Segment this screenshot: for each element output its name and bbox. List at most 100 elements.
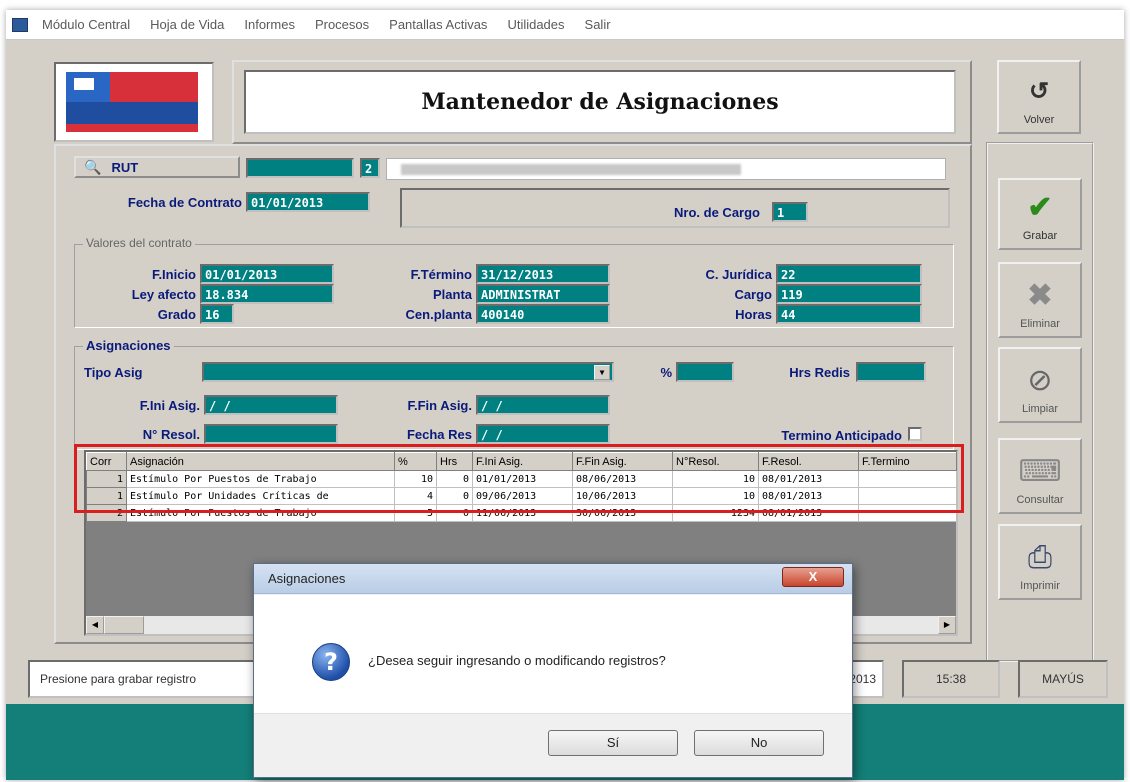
rut-field[interactable] [246,158,354,178]
hrs-redis-label: Hrs Redis [789,365,850,380]
cell-f-fin: 10/06/2013 [572,487,673,505]
cargo-field[interactable]: 119 [776,284,922,304]
cell-nresol: 10 [672,487,759,505]
yes-button[interactable]: Sí [548,730,678,756]
cell-pct: 4 [394,487,437,505]
menu-item-hoja-de-vida[interactable]: Hoja de Vida [140,17,234,32]
termino-anticipado-checkbox[interactable] [908,427,922,441]
cell-f-ini: 11/06/2013 [472,504,573,522]
exit-icon: ↺ [1028,78,1050,105]
f-inicio-field[interactable]: 01/01/2013 [200,264,334,284]
f-fin-asig-field[interactable]: / / [476,395,610,415]
col-header-hrs[interactable]: Hrs [436,452,473,471]
imprimir-label: Imprimir [1020,580,1060,592]
rut-dv-field[interactable]: 2 [360,158,380,178]
tipo-asig-select[interactable]: ▼ [202,362,614,382]
dialog-title: Asignaciones [268,571,346,586]
page-title: Mantenedor de Asignaciones [421,89,779,115]
hrs-redis-field[interactable] [856,362,926,382]
col-header-nresol[interactable]: N°Resol. [672,452,759,471]
menu-item-procesos[interactable]: Procesos [305,17,379,32]
menu-item-informes[interactable]: Informes [234,17,305,32]
cell-f-termino [858,487,957,505]
cen-planta-field[interactable]: 400140 [476,304,610,324]
ley-afecto-field[interactable]: 18.834 [200,284,334,304]
col-header-f-resol[interactable]: F.Resol. [758,452,859,471]
grid-table: Corr Asignación % Hrs F.Ini Asig. F.Fin … [86,452,957,522]
dialog-message: ¿Desea seguir ingresando o modificando r… [368,653,666,668]
menu-item-pantallas-activas[interactable]: Pantallas Activas [379,17,497,32]
f-ini-asig-field[interactable]: / / [204,395,338,415]
rut-button[interactable]: 🔍 RUT [74,156,240,178]
cell-f-ini: 01/01/2013 [472,470,573,488]
limpiar-button[interactable]: ⊘ Limpiar [998,347,1082,423]
confirm-dialog: Asignaciones X ? ¿Desea seguir ingresand… [253,563,853,778]
menu-item-utilidades[interactable]: Utilidades [497,17,574,32]
planta-label: Planta [432,287,472,302]
nro-cargo-label: Nro. de Cargo [674,205,760,220]
table-row[interactable]: 1 Estímulo Por Unidades Críticas de 4 0 … [86,487,957,505]
delete-x-icon: ✖ [1027,279,1053,312]
nresol-field[interactable] [204,424,338,444]
fecha-contrato-label: Fecha de Contrato [127,195,242,210]
dialog-titlebar: Asignaciones [254,564,852,594]
app-icon [12,17,28,32]
question-icon: ? [312,643,350,681]
no-button[interactable]: No [694,730,824,756]
horas-label: Horas [735,307,772,322]
grado-label: Grado [157,307,196,322]
planta-field[interactable]: ADMINISTRAT [476,284,610,304]
status-time-box: 15:38 [902,660,1000,698]
scroll-right-icon[interactable]: ▶ [938,616,956,634]
scroll-left-icon[interactable]: ◀ [86,616,104,634]
menu-item-salir[interactable]: Salir [575,17,621,32]
col-header-pct[interactable]: % [394,452,437,471]
fecha-res-field[interactable]: / / [476,424,610,444]
consultar-button[interactable]: ⌨ Consultar [998,438,1082,514]
col-header-f-ini[interactable]: F.Ini Asig. [472,452,573,471]
cell-corr: 2 [86,504,127,522]
nro-cargo-field[interactable]: 1 [772,202,808,222]
dialog-body: ? ¿Desea seguir ingresando o modificando… [254,595,852,713]
name-field [386,158,946,180]
imprimir-button[interactable]: ⎙ Imprimir [998,524,1082,600]
f-inicio-label: F.Inicio [151,267,196,282]
rut-button-label: RUT [111,159,139,175]
col-header-corr[interactable]: Corr [86,452,127,471]
eliminar-button[interactable]: ✖ Eliminar [998,262,1082,338]
grid-header-row: Corr Asignación % Hrs F.Ini Asig. F.Fin … [86,452,957,471]
dialog-close-button[interactable]: X [782,567,844,587]
fecha-contrato-field[interactable]: 01/01/2013 [246,192,370,212]
grabar-button[interactable]: ✔ Grabar [998,178,1082,250]
f-fin-asig-label: F.Fin Asig. [407,398,472,413]
dialog-footer: Sí No [254,713,852,777]
f-termino-label: F.Término [410,267,472,282]
grado-field[interactable]: 16 [200,304,234,324]
f-termino-field[interactable]: 31/12/2013 [476,264,610,284]
col-header-f-termino[interactable]: F.Termino [858,452,957,471]
menu-bar: Módulo Central Hoja de Vida Informes Pro… [6,10,1124,40]
scroll-thumb[interactable] [104,616,144,634]
cell-f-fin: 08/06/2013 [572,470,673,488]
table-row[interactable]: 1 Estímulo Por Puestos de Trabajo 10 0 0… [86,470,957,488]
c-juridica-field[interactable]: 22 [776,264,922,284]
col-header-asignacion[interactable]: Asignación [126,452,395,471]
limpiar-label: Limpiar [1021,403,1059,415]
horas-field[interactable]: 44 [776,304,922,324]
cen-planta-label: Cen.planta [405,307,472,322]
volver-button[interactable]: ↺ Volver [997,60,1081,134]
pct-field[interactable] [676,362,734,382]
title-box: Mantenedor de Asignaciones [244,70,956,134]
volver-label: Volver [1023,114,1055,126]
title-panel: Mantenedor de Asignaciones [232,60,972,144]
cell-asignacion: Estímulo Por Unidades Críticas de [126,487,395,505]
menu-item-modulo-central[interactable]: Módulo Central [32,17,140,32]
nresol-label: N° Resol. [142,427,200,442]
cell-f-resol: 08/01/2013 [758,504,859,522]
cell-nresol: 10 [672,470,759,488]
cell-f-termino [858,470,957,488]
cell-f-resol: 08/01/2013 [758,487,859,505]
table-row[interactable]: 2 Estímulo Por Puestos de Trabajo 5 0 11… [86,504,957,522]
col-header-f-fin[interactable]: F.Fin Asig. [572,452,673,471]
chevron-down-icon[interactable]: ▼ [594,365,610,380]
